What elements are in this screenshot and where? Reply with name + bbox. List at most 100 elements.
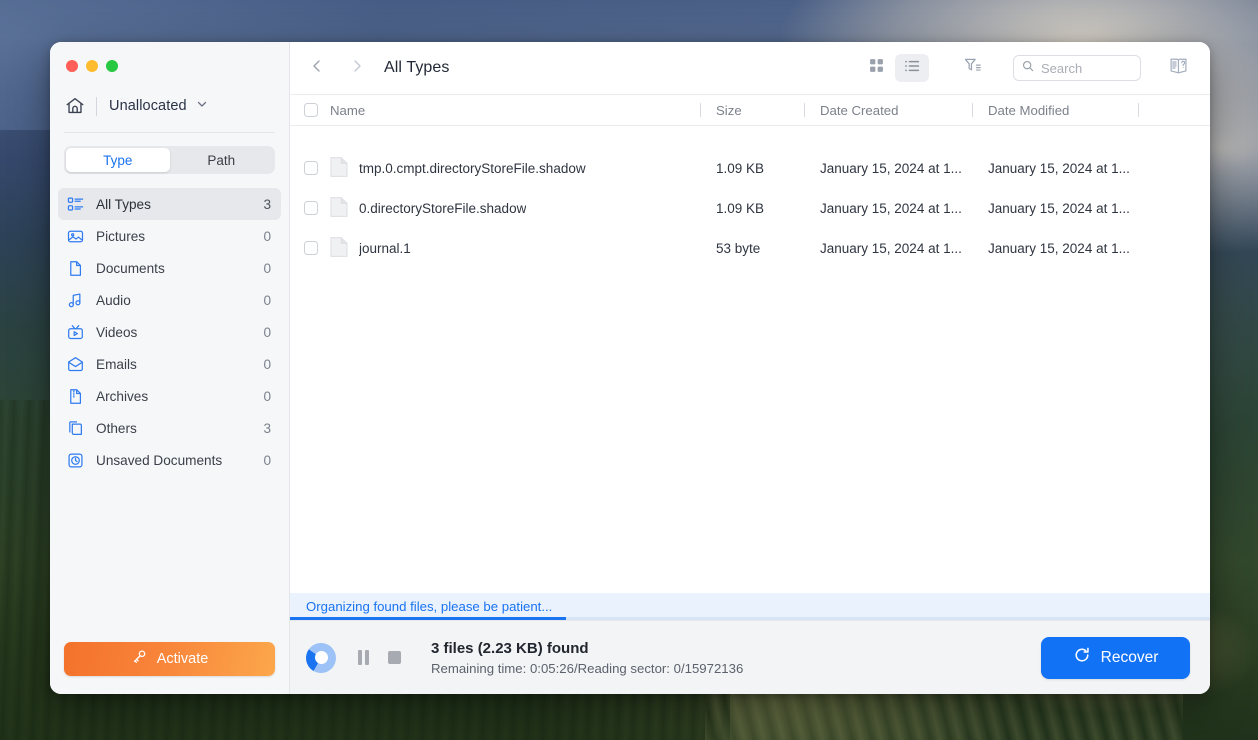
grid-view-button[interactable]: [859, 54, 893, 82]
search-box[interactable]: [1013, 55, 1141, 81]
drive-selector[interactable]: Unallocated: [50, 86, 289, 126]
row-select-cell: [304, 241, 330, 255]
column-header-size[interactable]: Size: [700, 103, 804, 118]
sidebar-item-label: Others: [96, 420, 137, 436]
status-title: 3 files (2.23 KB) found: [431, 639, 589, 657]
column-label: Size: [716, 102, 742, 118]
sidebar-item-count: 3: [263, 420, 271, 436]
cell-date-modified: January 15, 2024 at 1...: [988, 240, 1130, 256]
minimize-button[interactable]: [86, 60, 98, 72]
key-icon: [131, 649, 147, 669]
recover-refresh-icon: [1073, 646, 1091, 669]
scanning-spinner-icon: [306, 642, 336, 673]
stop-button[interactable]: [388, 651, 401, 664]
search-input[interactable]: [1041, 60, 1132, 76]
maximize-button[interactable]: [106, 60, 118, 72]
cell-date-created: January 15, 2024 at 1...: [820, 200, 962, 216]
row-checkbox[interactable]: [304, 201, 318, 215]
help-button[interactable]: [1164, 53, 1194, 83]
sidebar-item-documents[interactable]: Documents 0: [58, 252, 281, 284]
select-all-cell: [304, 103, 330, 117]
sidebar-item-audio[interactable]: Audio 0: [58, 284, 281, 316]
list-view-button[interactable]: [895, 54, 929, 82]
sidebar-item-unsaved-documents[interactable]: Unsaved Documents 0: [58, 444, 281, 476]
sidebar-item-videos[interactable]: Videos 0: [58, 316, 281, 348]
close-button[interactable]: [66, 60, 78, 72]
chevron-left-icon: [309, 58, 325, 79]
sidebar: Unallocated Type Path All Types 3 Pictur…: [50, 42, 290, 694]
file-icon: [330, 236, 348, 261]
sidebar-item-archives[interactable]: Archives 0: [58, 380, 281, 412]
videos-icon: [66, 323, 84, 341]
chevron-right-icon: [349, 58, 365, 79]
sidebar-item-label: Archives: [96, 388, 149, 404]
sidebar-item-count: 0: [263, 452, 271, 468]
row-checkbox[interactable]: [304, 241, 318, 255]
book-help-icon: [1168, 55, 1190, 82]
search-icon: [1022, 59, 1034, 77]
forward-button[interactable]: [342, 53, 372, 83]
audio-icon: [66, 291, 84, 309]
sidebar-item-count: 3: [263, 196, 271, 212]
sidebar-item-others[interactable]: Others 3: [58, 412, 281, 444]
progress-message: Organizing found files, please be patien…: [306, 599, 553, 614]
toolbar: All Types: [290, 42, 1210, 95]
progress-bar-track: [290, 617, 1210, 620]
table-row[interactable]: journal.1 53 byte January 15, 2024 at 1.…: [290, 228, 1210, 268]
drive-name-label: Unallocated: [109, 98, 187, 114]
view-toggle-group: [859, 54, 929, 82]
cell-date-created: January 15, 2024 at 1...: [820, 240, 962, 256]
status-block: 3 files (2.23 KB) found Remaining time: …: [431, 640, 743, 676]
archives-icon: [66, 387, 84, 405]
page-title: All Types: [384, 59, 450, 76]
back-button[interactable]: [302, 53, 332, 83]
row-checkbox[interactable]: [304, 161, 318, 175]
pause-icon-bar: [358, 650, 362, 665]
table-row[interactable]: tmp.0.cmpt.directoryStoreFile.shadow 1.0…: [290, 148, 1210, 188]
file-name: journal.1: [359, 240, 411, 256]
sidebar-item-label: Unsaved Documents: [96, 452, 223, 468]
chevron-down-icon[interactable]: [196, 97, 208, 115]
sidebar-item-count: 0: [263, 356, 271, 372]
cell-name: journal.1: [330, 236, 700, 261]
segment-path[interactable]: Path: [170, 148, 274, 172]
row-select-cell: [304, 161, 330, 175]
segment-type[interactable]: Type: [66, 148, 170, 172]
sidebar-item-emails[interactable]: Emails 0: [58, 348, 281, 380]
pictures-icon: [66, 227, 84, 245]
progress-bar-fill: [290, 617, 566, 620]
unsaved-documents-icon: [66, 451, 84, 469]
status-subtitle: Remaining time: 0:05:26/Reading sector: …: [431, 660, 744, 676]
column-header-date-modified[interactable]: Date Modified: [972, 103, 1138, 118]
documents-icon: [66, 259, 84, 277]
filter-icon: [963, 56, 982, 80]
pause-icon-bar: [365, 650, 369, 665]
column-header-date-created[interactable]: Date Created: [804, 103, 972, 118]
sidebar-item-count: 0: [263, 292, 271, 308]
sidebar-item-all-types[interactable]: All Types 3: [58, 188, 281, 220]
divider: [96, 96, 97, 116]
sidebar-item-count: 0: [263, 324, 271, 340]
cell-size: 1.09 KB: [716, 200, 765, 216]
window-traffic-lights: [50, 42, 289, 82]
cell-date-modified: January 15, 2024 at 1...: [988, 200, 1130, 216]
activate-button[interactable]: Activate: [64, 642, 275, 676]
activate-button-label: Activate: [156, 651, 209, 667]
table-row[interactable]: 0.directoryStoreFile.shadow 1.09 KB Janu…: [290, 188, 1210, 228]
cell-date-modified: January 15, 2024 at 1...: [988, 160, 1130, 176]
filter-button[interactable]: [955, 54, 989, 82]
column-header-name[interactable]: Name: [330, 103, 700, 118]
column-label: Date Modified: [988, 102, 1070, 118]
select-all-checkbox[interactable]: [304, 103, 318, 117]
cell-size: 1.09 KB: [716, 160, 765, 176]
type-path-segmented-control[interactable]: Type Path: [64, 146, 275, 174]
recover-button[interactable]: Recover: [1041, 636, 1190, 679]
sidebar-item-pictures[interactable]: Pictures 0: [58, 220, 281, 252]
sidebar-item-count: 0: [263, 388, 271, 404]
list-view-icon: [903, 57, 921, 80]
others-icon: [66, 419, 84, 437]
all-types-icon: [66, 195, 84, 213]
pause-button[interactable]: [358, 650, 369, 665]
spinner-dot: [317, 654, 325, 661]
row-select-cell: [304, 201, 330, 215]
